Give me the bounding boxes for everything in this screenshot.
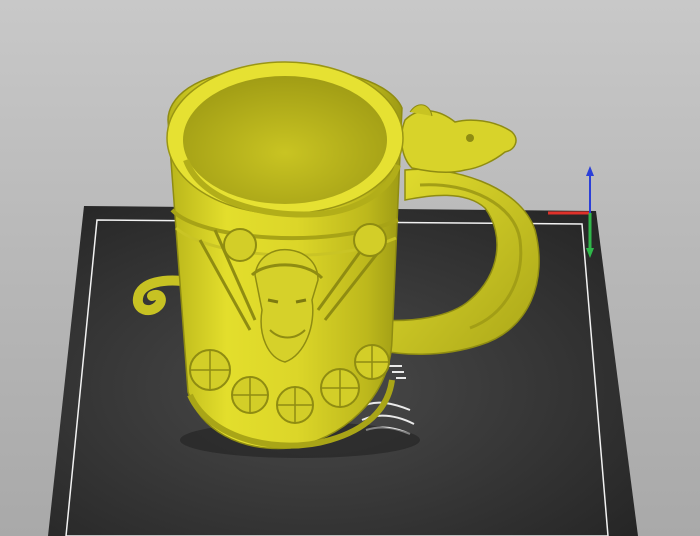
- mug-inner: [183, 76, 387, 204]
- dragon-head: [400, 110, 517, 173]
- z-axis-arrow-icon: [586, 166, 594, 176]
- 3d-viewport[interactable]: [0, 0, 700, 536]
- scene-canvas[interactable]: [0, 0, 700, 536]
